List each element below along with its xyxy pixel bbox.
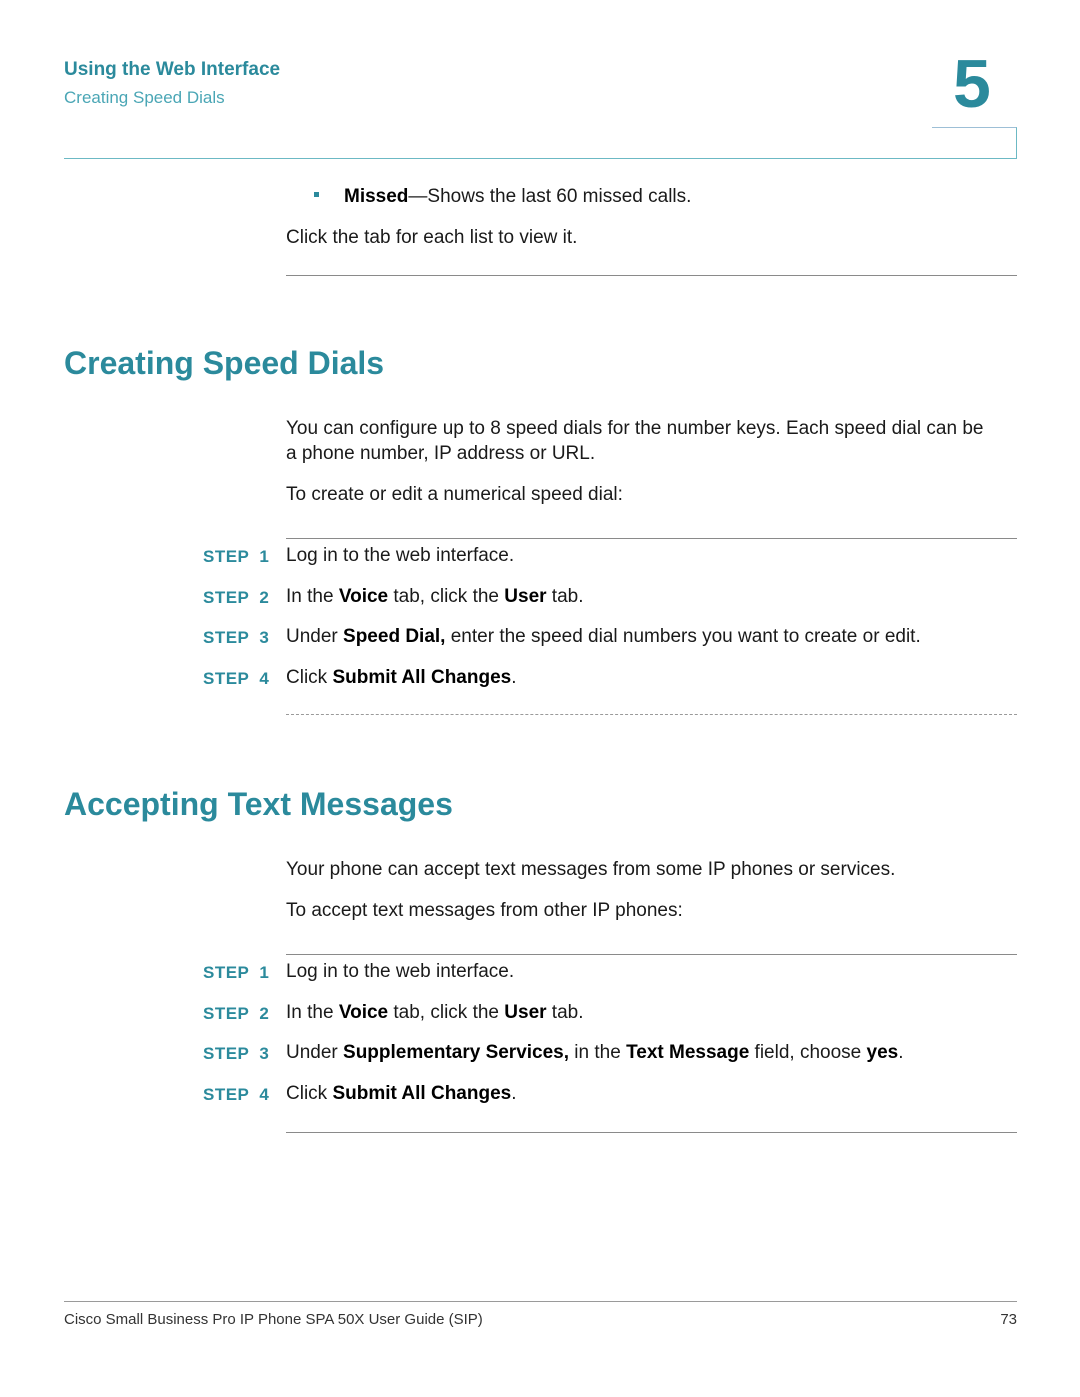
chapter-title: Using the Web Interface [64, 59, 281, 80]
step-text-fragment: Click [286, 1083, 333, 1105]
step-text-fragment: in the [569, 1042, 627, 1064]
step-word: STEP [203, 1085, 250, 1105]
footer-doc-title: Cisco Small Business Pro IP Phone SPA 50… [64, 1311, 483, 1328]
step-number: 2 [259, 587, 270, 607]
bullet-text: —Shows the last 60 missed calls. [408, 186, 692, 207]
ui-term: User [504, 585, 547, 607]
step-label: STEP 4 [203, 1085, 269, 1105]
ui-term: Voice [338, 585, 389, 607]
ui-term: Speed Dial, [343, 626, 446, 648]
step-number: 3 [259, 628, 270, 648]
step-text-fragment: Log in to the web interface. [286, 961, 515, 982]
step-label: STEP 3 [203, 1044, 269, 1064]
ui-term: Voice [338, 1001, 389, 1023]
ui-term: Submit All Changes [332, 667, 512, 689]
step-text-fragment: tab. [546, 585, 584, 607]
step-word: STEP [203, 547, 250, 566]
step-number: 4 [259, 669, 270, 689]
step-word: STEP [203, 963, 250, 982]
step-text: Click Submit All Changes. [286, 667, 517, 689]
step-text-fragment: tab. [546, 1001, 584, 1023]
step-text-fragment: In the [286, 585, 339, 607]
divider [286, 538, 1017, 539]
step-text-fragment: enter the speed dial numbers you want to… [445, 626, 921, 648]
bullet-icon [314, 192, 319, 197]
header-divider [64, 158, 1017, 159]
heading-accepting-text-messages: Accepting Text Messages [64, 786, 453, 822]
step-text-fragment: . [511, 667, 517, 689]
section1-paragraph-line1: You can configure up to 8 speed dials fo… [286, 418, 984, 439]
step-text-fragment: . [511, 1083, 517, 1105]
step-text: Under Speed Dial, enter the speed dial n… [286, 626, 921, 648]
ui-term: Supplementary Services, [343, 1042, 570, 1064]
step-text-fragment: tab, click the [388, 585, 505, 607]
step-label: STEP 3 [203, 628, 269, 648]
step-number: 1 [259, 963, 270, 982]
step-word: STEP [203, 587, 250, 607]
step-label: STEP 1 [203, 547, 269, 567]
step-text-fragment: Click [286, 667, 333, 689]
step-word: STEP [203, 628, 250, 648]
bullet-item-missed: Missed—Shows the last 60 missed calls. [344, 184, 691, 209]
section-title: Creating Speed Dials [64, 88, 225, 107]
section2-instruction: To accept text messages from other IP ph… [286, 900, 683, 921]
step-text-fragment: . [898, 1042, 904, 1064]
step-text-fragment: Log in to the web interface. [286, 545, 515, 566]
step-text-fragment: Under [286, 626, 344, 648]
step-number: 3 [259, 1044, 270, 1064]
intro-note: Click the tab for each list to view it. [286, 227, 578, 248]
section2-paragraph: Your phone can accept text messages from… [286, 859, 896, 880]
chapter-number: 5 [953, 46, 991, 122]
step-word: STEP [203, 1003, 250, 1023]
step-text-fragment: Under [286, 1042, 344, 1064]
ui-term: yes [866, 1042, 899, 1064]
step-label: STEP 4 [203, 669, 269, 689]
ui-term: Submit All Changes [332, 1083, 512, 1105]
step-text-fragment: tab, click the [388, 1001, 505, 1023]
step-text-fragment: field, choose [749, 1042, 867, 1064]
step-label: STEP 1 [203, 963, 269, 983]
step-text: Click Submit All Changes. [286, 1083, 517, 1105]
page-number: 73 [1000, 1311, 1017, 1328]
footer-divider [64, 1301, 1017, 1302]
step-text: In the Voice tab, click the User tab. [286, 1002, 584, 1024]
step-text: Log in to the web interface. [286, 961, 514, 983]
divider [286, 275, 1017, 276]
step-text: In the Voice tab, click the User tab. [286, 586, 584, 608]
step-number: 1 [259, 547, 270, 566]
step-word: STEP [203, 1044, 250, 1064]
section1-paragraph-line2: a phone number, IP address or URL. [286, 443, 596, 464]
step-text: Under Supplementary Services, in the Tex… [286, 1042, 904, 1064]
divider [286, 714, 1017, 715]
step-label: STEP 2 [203, 588, 269, 608]
step-word: STEP [203, 669, 250, 689]
divider [286, 954, 1017, 955]
ui-term: Text Message [626, 1042, 750, 1064]
step-number: 2 [259, 1003, 270, 1023]
step-text-fragment: In the [286, 1001, 339, 1023]
bullet-term: Missed [344, 186, 409, 207]
ui-term: User [504, 1001, 547, 1023]
heading-creating-speed-dials: Creating Speed Dials [64, 345, 385, 381]
divider [286, 1132, 1017, 1133]
step-label: STEP 2 [203, 1004, 269, 1024]
step-text: Log in to the web interface. [286, 545, 514, 567]
section1-instruction: To create or edit a numerical speed dial… [286, 484, 623, 505]
step-number: 4 [259, 1085, 270, 1105]
chapter-number-box [932, 127, 1017, 159]
